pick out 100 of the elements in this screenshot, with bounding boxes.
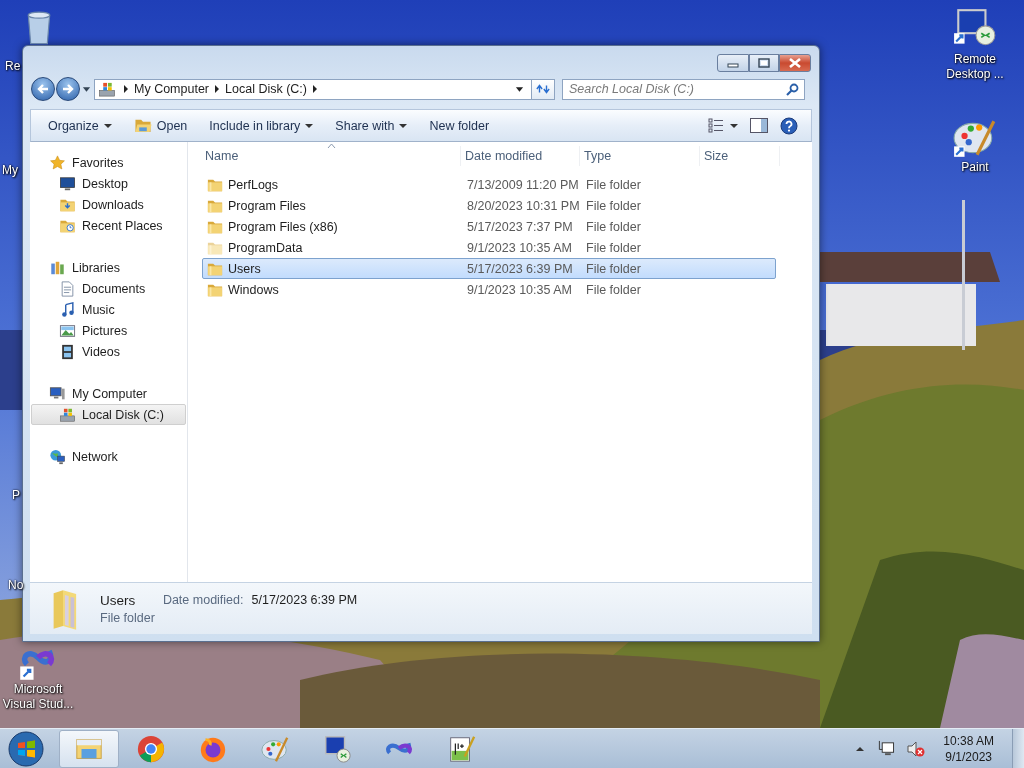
file-type: File folder [585, 219, 642, 234]
clock-date[interactable]: 9/1/2023 [945, 748, 992, 765]
file-name: ProgramData [228, 240, 303, 255]
search-field[interactable]: Search Local Disk (C:) [562, 78, 805, 100]
forward-button[interactable] [56, 77, 80, 101]
folder-icon [133, 117, 152, 134]
monitor-icon [59, 175, 76, 192]
drive-icon [98, 80, 116, 98]
nav-item[interactable]: Recent Places [31, 215, 186, 236]
nav-item[interactable]: Pictures [31, 320, 186, 341]
toolbar-button[interactable]: New folder [422, 115, 497, 136]
drive-icon [59, 406, 76, 423]
nav-item[interactable]: Documents [31, 278, 186, 299]
computer-icon [49, 385, 66, 402]
details-type: File folder [100, 611, 155, 625]
date-modified: 5/17/2023 7:37 PM [466, 219, 574, 234]
address-bar[interactable]: My Computer Local Disk (C:) [94, 78, 532, 100]
date-modified: 9/1/2023 10:35 AM [466, 240, 573, 255]
maximize-icon [758, 58, 770, 68]
start-button[interactable] [6, 728, 46, 768]
file-row[interactable]: PerfLogs 7/13/2009 11:20 PM File folder [202, 174, 776, 195]
date-modified: 8/20/2023 10:31 PM [466, 198, 581, 213]
file-type: File folder [585, 261, 642, 276]
file-type: File folder [585, 198, 642, 213]
refresh-button[interactable] [532, 78, 555, 100]
desktop-icon[interactable]: Microsoft Visual Stud... [0, 642, 80, 712]
file-row[interactable]: Windows 9/1/2023 10:35 AM File folder [202, 279, 776, 300]
details-name: Users [100, 593, 137, 608]
breadcrumb-item[interactable]: My Computer [130, 82, 214, 96]
file-type: File folder [585, 177, 642, 192]
nav-item[interactable]: Local Disk (C:) [31, 404, 186, 425]
file-name: Windows [228, 282, 279, 297]
details-value: 5/17/2023 6:39 PM [251, 593, 358, 608]
volume-muted-icon [907, 739, 926, 758]
chevron-icon [311, 84, 319, 94]
close-icon [788, 58, 802, 68]
network-icon [877, 740, 896, 757]
nav-item[interactable]: Libraries [31, 257, 186, 278]
file-row[interactable]: Program Files 8/20/2023 10:31 PM File folder [202, 195, 776, 216]
nav-item[interactable]: Favorites [31, 152, 186, 173]
windows-logo-icon [8, 730, 44, 767]
column-header[interactable]: Size [700, 146, 780, 166]
help-icon [780, 116, 798, 135]
nav-item[interactable]: Videos [31, 341, 186, 362]
file-name: PerfLogs [228, 177, 279, 192]
library-icon [49, 259, 66, 276]
caret-icon [730, 122, 738, 129]
arrow-icon [61, 82, 75, 96]
nav-item[interactable]: Music [31, 299, 186, 320]
file-row[interactable]: Users 5/17/2023 6:39 PM File folder [202, 258, 776, 279]
chevron-icon [122, 84, 130, 94]
chevron-icon [213, 84, 222, 94]
nav-item[interactable]: Downloads [31, 194, 186, 215]
arrow-icon [36, 82, 50, 96]
toolbar-button[interactable]: Share with [328, 115, 415, 136]
caret-icon [81, 85, 91, 93]
caret-icon [514, 85, 524, 93]
nav-item[interactable]: Desktop [31, 173, 186, 194]
preview-pane-icon [750, 118, 768, 133]
browser-icon [136, 733, 166, 764]
nav-item[interactable]: Network [31, 446, 186, 467]
view-options-button[interactable] [705, 115, 741, 136]
date-modified: 5/17/2023 6:39 PM [466, 261, 574, 276]
file-name: Users [228, 261, 261, 276]
toolbar-button[interactable]: Include in library [202, 115, 321, 136]
search-icon [785, 82, 799, 97]
clock-time[interactable]: 10:38 AM [943, 732, 994, 749]
back-button[interactable] [31, 77, 55, 101]
preview-pane-button[interactable] [747, 115, 771, 136]
column-header[interactable]: Type [580, 146, 700, 166]
music-note-icon [59, 301, 76, 318]
desktop-icon-label[interactable]: Re [5, 59, 21, 73]
desktop-icon-label[interactable]: My [2, 163, 18, 177]
caret-icon [305, 122, 314, 129]
star-icon [49, 154, 66, 171]
column-header[interactable]: Date modified [461, 146, 580, 166]
minimize-button[interactable] [717, 54, 749, 72]
details-label: Date modified: [162, 593, 244, 608]
file-row[interactable]: ProgramData 9/1/2023 10:35 AM File folder [202, 237, 776, 258]
breadcrumb-item[interactable]: Local Disk (C:) [221, 82, 311, 96]
desktop-icon[interactable]: Remote Desktop ... [933, 6, 1017, 82]
document-icon [59, 280, 76, 297]
network-icon [49, 448, 66, 465]
close-button[interactable] [779, 54, 811, 72]
nav-item[interactable]: My Computer [31, 383, 186, 404]
caret-icon [399, 122, 408, 129]
date-modified: 9/1/2023 10:35 AM [466, 282, 573, 297]
desktop-icon[interactable]: Paint [933, 116, 1017, 175]
maximize-button[interactable] [749, 54, 779, 72]
file-type: File folder [585, 282, 642, 297]
monitor-icon [322, 733, 352, 764]
file-name: Program Files [228, 198, 306, 213]
caret-icon [103, 122, 112, 129]
picture-icon [59, 322, 76, 339]
refresh-icon [535, 82, 551, 96]
toolbar-button[interactable]: Open [126, 114, 195, 137]
up-arrow-icon [855, 744, 866, 753]
toolbar-button[interactable]: Organize [41, 115, 119, 136]
file-row[interactable]: Program Files (x86) 5/17/2023 7:37 PM File folder [202, 216, 776, 237]
column-header[interactable]: Name [202, 146, 461, 166]
